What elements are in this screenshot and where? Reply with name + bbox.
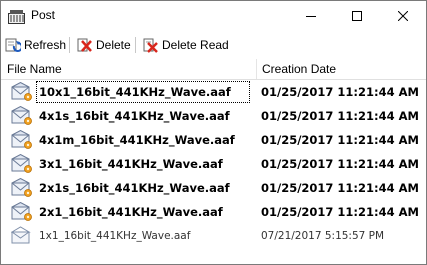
refresh-button[interactable]: Refresh bbox=[5, 35, 66, 55]
unread-mail-icon bbox=[11, 82, 32, 101]
close-button[interactable] bbox=[380, 1, 426, 31]
creation-date-cell: 01/25/2017 11:21:44 AM bbox=[261, 133, 419, 147]
file-name-cell: 2x1s_16bit_441KHz_Wave.aaf bbox=[39, 181, 230, 195]
unread-mail-icon bbox=[11, 154, 32, 173]
table-row[interactable]: 4x1s_16bit_441KHz_Wave.aaf 01/25/2017 11:… bbox=[1, 104, 426, 128]
toolbar-separator bbox=[69, 37, 70, 53]
file-name-cell: 1x1_16bit_441KHz_Wave.aaf bbox=[39, 230, 191, 242]
table-row[interactable]: 2x1_16bit_441KHz_Wave.aaf 01/25/2017 11:2… bbox=[1, 200, 426, 224]
unread-mail-icon bbox=[11, 202, 32, 221]
refresh-label: Refresh bbox=[24, 38, 67, 52]
refresh-icon bbox=[5, 38, 21, 52]
mailbox-icon bbox=[8, 10, 25, 24]
maximize-icon bbox=[352, 11, 362, 21]
toolbar: Refresh Delete Delete Read bbox=[1, 32, 426, 57]
delete-read-button[interactable]: Delete Read bbox=[143, 35, 229, 55]
file-name-cell: 3x1_16bit_441KHz_Wave.aaf bbox=[39, 157, 223, 171]
delete-icon bbox=[77, 38, 92, 52]
file-name-cell: 4x1s_16bit_441KHz_Wave.aaf bbox=[39, 109, 230, 123]
unread-mail-icon bbox=[11, 130, 32, 149]
creation-date-cell: 01/25/2017 11:21:44 AM bbox=[261, 157, 419, 171]
table-row[interactable]: 1x1_16bit_441KHz_Wave.aaf 07/21/2017 5:15… bbox=[1, 224, 426, 248]
post-window: Post Refresh Delete Delete Read File Nam… bbox=[0, 0, 427, 265]
delete-label: Delete bbox=[96, 38, 131, 52]
creation-date-cell: 01/25/2017 11:21:44 AM bbox=[261, 85, 419, 99]
delete-button[interactable]: Delete bbox=[77, 35, 131, 55]
list-header: File Name Creation Date bbox=[1, 59, 426, 79]
read-mail-icon bbox=[11, 226, 31, 244]
file-name-cell: 2x1_16bit_441KHz_Wave.aaf bbox=[39, 205, 223, 219]
column-header-creation-date[interactable]: Creation Date bbox=[262, 62, 336, 76]
creation-date-cell: 01/25/2017 11:21:44 AM bbox=[261, 205, 419, 219]
title-bar[interactable]: Post bbox=[1, 1, 426, 31]
creation-date-cell: 01/25/2017 11:21:44 AM bbox=[261, 109, 419, 123]
toolbar-separator bbox=[135, 37, 136, 53]
table-row[interactable]: 3x1_16bit_441KHz_Wave.aaf 01/25/2017 11:2… bbox=[1, 152, 426, 176]
column-header-file-name[interactable]: File Name bbox=[7, 62, 62, 76]
close-icon bbox=[398, 11, 408, 21]
table-row[interactable]: 2x1s_16bit_441KHz_Wave.aaf 01/25/2017 11:… bbox=[1, 176, 426, 200]
creation-date-cell: 01/25/2017 11:21:44 AM bbox=[261, 181, 419, 195]
window-title: Post bbox=[31, 8, 56, 22]
table-row[interactable]: 10x1_16bit_441KHz_Wave.aaf 01/25/2017 11:… bbox=[1, 80, 426, 104]
file-name-cell: 4x1m_16bit_441KHz_Wave.aaf bbox=[39, 133, 235, 147]
table-row[interactable]: 4x1m_16bit_441KHz_Wave.aaf 01/25/2017 11:… bbox=[1, 128, 426, 152]
minimize-button[interactable] bbox=[288, 1, 334, 31]
minimize-icon bbox=[306, 16, 316, 17]
delete-read-icon bbox=[143, 38, 158, 53]
creation-date-cell: 07/21/2017 5:15:57 PM bbox=[261, 230, 385, 242]
unread-mail-icon bbox=[11, 106, 32, 125]
delete-read-label: Delete Read bbox=[162, 38, 229, 52]
unread-mail-icon bbox=[11, 178, 32, 197]
file-name-cell: 10x1_16bit_441KHz_Wave.aaf bbox=[36, 81, 250, 103]
maximize-button[interactable] bbox=[334, 1, 380, 31]
column-divider[interactable] bbox=[256, 59, 257, 79]
